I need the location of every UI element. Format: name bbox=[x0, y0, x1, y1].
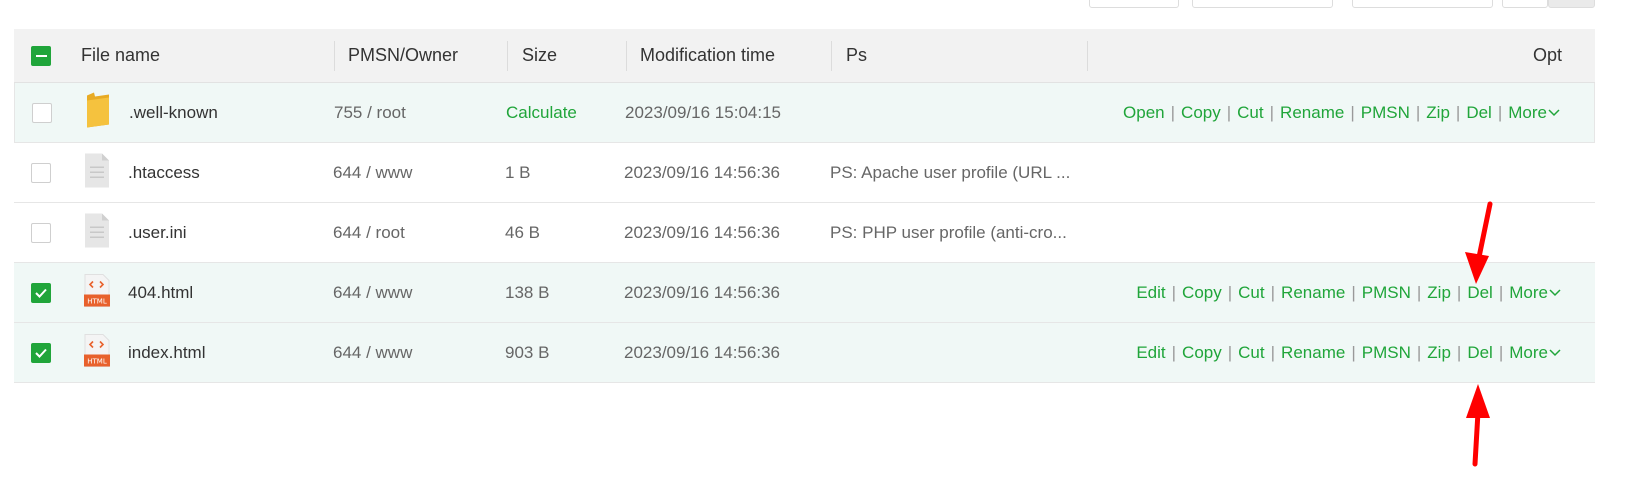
header-opt: Opt bbox=[1532, 45, 1562, 65]
svg-text:HTML: HTML bbox=[87, 297, 107, 305]
edit-link[interactable]: Edit bbox=[1136, 343, 1165, 363]
row-checkbox[interactable] bbox=[31, 342, 51, 363]
file-mtime: 2023/09/16 14:56:36 bbox=[624, 342, 780, 362]
edit-link[interactable]: Edit bbox=[1136, 283, 1165, 303]
toolbar-button[interactable] bbox=[1089, 0, 1179, 8]
file-mtime: 2023/09/16 14:56:36 bbox=[624, 162, 780, 182]
table-row[interactable]: .well-known 755 / root Calculate 2023/09… bbox=[14, 83, 1595, 143]
row-checkbox[interactable] bbox=[31, 282, 51, 303]
rename-link[interactable]: Rename bbox=[1280, 103, 1344, 123]
folder-icon bbox=[85, 90, 111, 135]
more-link[interactable]: More bbox=[1509, 343, 1562, 363]
header-ps: Ps bbox=[846, 45, 868, 65]
more-link[interactable]: More bbox=[1508, 103, 1561, 123]
file-size: 1 B bbox=[505, 162, 531, 182]
file-permission[interactable]: 644 / www bbox=[333, 323, 412, 382]
copy-link[interactable]: Copy bbox=[1182, 283, 1222, 303]
calculate-size-link[interactable]: Calculate bbox=[506, 83, 577, 142]
file-ps[interactable]: PS: Apache user profile (URL ... bbox=[830, 143, 1070, 202]
file-mtime: 2023/09/16 14:56:36 bbox=[624, 222, 780, 242]
row-operations: Open | Copy | Cut | Rename | PMSN | Zip | Del |… bbox=[1123, 83, 1561, 142]
file-name[interactable]: .well-known bbox=[129, 83, 218, 142]
html-file-icon: HTML bbox=[84, 333, 110, 372]
table-row[interactable]: .user.ini 644 / root 46 B 2023/09/16 14:… bbox=[14, 203, 1595, 263]
row-checkbox[interactable] bbox=[31, 162, 51, 183]
header-file-name[interactable]: File name bbox=[81, 29, 160, 82]
table-row[interactable]: .htaccess 644 / www 1 B 2023/09/16 14:56… bbox=[14, 143, 1595, 203]
html-file-icon: HTML bbox=[84, 273, 110, 312]
copy-link[interactable]: Copy bbox=[1182, 343, 1222, 363]
file-name[interactable]: .user.ini bbox=[128, 203, 187, 262]
toolbar-button[interactable] bbox=[1502, 0, 1548, 8]
annotation-arrow-up-icon bbox=[1466, 384, 1490, 467]
chevron-down-icon bbox=[1549, 348, 1561, 356]
row-checkbox[interactable] bbox=[32, 102, 52, 123]
file-size: 138 B bbox=[505, 282, 550, 302]
file-icon bbox=[84, 212, 110, 253]
table-row[interactable]: HTML 404.html 644 / www 138 B 2023/09/16… bbox=[14, 263, 1595, 323]
pmsn-link[interactable]: PMSN bbox=[1361, 103, 1410, 123]
open-link[interactable]: Open bbox=[1123, 103, 1165, 123]
svg-text:HTML: HTML bbox=[87, 357, 107, 365]
cut-link[interactable]: Cut bbox=[1238, 283, 1264, 303]
file-mtime: 2023/09/16 15:04:15 bbox=[625, 102, 781, 122]
rename-link[interactable]: Rename bbox=[1281, 343, 1345, 363]
pmsn-link[interactable]: PMSN bbox=[1362, 343, 1411, 363]
annotation-arrow-down-icon bbox=[1465, 201, 1493, 284]
file-permission[interactable]: 755 / root bbox=[334, 83, 406, 142]
file-size: 46 B bbox=[505, 222, 540, 242]
file-icon bbox=[84, 152, 110, 193]
zip-link[interactable]: Zip bbox=[1426, 103, 1450, 123]
chevron-down-icon bbox=[1548, 108, 1560, 116]
file-mtime: 2023/09/16 14:56:36 bbox=[624, 282, 780, 302]
del-link[interactable]: Del bbox=[1467, 343, 1493, 363]
chevron-down-icon bbox=[1549, 288, 1561, 296]
file-name[interactable]: index.html bbox=[128, 323, 205, 382]
file-table: File name PMSN/Owner Size Modification t… bbox=[14, 29, 1595, 383]
check-icon bbox=[35, 348, 47, 358]
check-icon bbox=[35, 288, 47, 298]
select-all-checkbox[interactable] bbox=[31, 45, 51, 66]
file-name[interactable]: .htaccess bbox=[128, 143, 200, 202]
cut-link[interactable]: Cut bbox=[1237, 103, 1263, 123]
row-checkbox[interactable] bbox=[31, 222, 51, 243]
cut-link[interactable]: Cut bbox=[1238, 343, 1264, 363]
file-size: 903 B bbox=[505, 342, 550, 362]
more-link[interactable]: More bbox=[1509, 283, 1562, 303]
file-permission[interactable]: 644 / www bbox=[333, 143, 412, 202]
table-header: File name PMSN/Owner Size Modification t… bbox=[14, 29, 1595, 83]
file-permission[interactable]: 644 / root bbox=[333, 203, 405, 262]
table-row[interactable]: HTML index.html 644 / www 903 B 2023/09/… bbox=[14, 323, 1595, 383]
file-ps[interactable]: PS: PHP user profile (anti-cro... bbox=[830, 203, 1067, 262]
del-link[interactable]: Del bbox=[1466, 103, 1492, 123]
file-permission[interactable]: 644 / www bbox=[333, 263, 412, 322]
header-pmsn-owner[interactable]: PMSN/Owner bbox=[348, 29, 458, 82]
toolbar-button[interactable] bbox=[1548, 0, 1595, 8]
zip-link[interactable]: Zip bbox=[1427, 343, 1451, 363]
toolbar-button[interactable] bbox=[1352, 0, 1493, 8]
copy-link[interactable]: Copy bbox=[1181, 103, 1221, 123]
toolbar-button[interactable] bbox=[1192, 0, 1333, 8]
pmsn-link[interactable]: PMSN bbox=[1362, 283, 1411, 303]
row-operations: Edit | Copy | Cut | Rename | PMSN | Zip | Del |… bbox=[1136, 323, 1562, 382]
header-modification-time[interactable]: Modification time bbox=[640, 29, 775, 82]
header-size[interactable]: Size bbox=[522, 29, 557, 82]
zip-link[interactable]: Zip bbox=[1427, 283, 1451, 303]
file-name[interactable]: 404.html bbox=[128, 263, 193, 322]
rename-link[interactable]: Rename bbox=[1281, 283, 1345, 303]
